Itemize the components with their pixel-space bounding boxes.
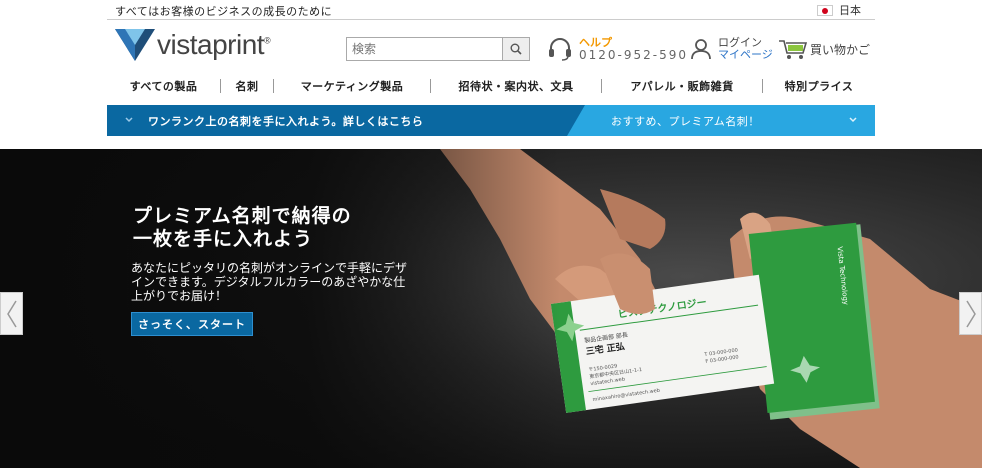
top-bar: すべてはお客様のビジネスの成長のために 日本 [107,0,875,20]
logo-text: vistaprint® [157,29,271,60]
language-selector[interactable]: 日本 [817,2,861,18]
vistaprint-logo[interactable]: vistaprint® [115,29,271,61]
chevron-left-icon [6,300,17,327]
vistaprint-logo-icon [115,29,155,61]
nav-item-marketing[interactable]: マーケティング製品 [274,78,430,94]
help-link[interactable]: ヘルプ 0120-952-590 [547,36,688,62]
nav-item-all-products[interactable]: すべての製品 [107,78,220,94]
chevron-down-icon [849,117,857,123]
main-nav: すべての製品 名刺 マーケティング製品 招待状・案内状、文具 アパレル・販飾雑貨… [107,72,875,100]
mypage-link[interactable]: マイページ [718,49,773,61]
search-box [346,37,530,61]
hero-banner: Vista Technology ビスタテクノロジー 製品企画部 部長 三宅 正… [0,149,982,468]
hero-headline: プレミアム名刺で納得の 一枚を手に入れよう [133,205,352,250]
hero-cta-button[interactable]: さっそく、スタート [131,312,253,336]
tagline: すべてはお客様のビジネスの成長のために [115,5,333,18]
carousel-prev-button[interactable] [0,292,23,335]
promo-right-text: おすすめ、プレミアム名刺！ [611,115,760,128]
cart-link[interactable]: 買い物かご [778,38,870,60]
carousel-next-button[interactable] [959,292,982,335]
cart-icon [779,40,808,59]
hero-overlay [0,149,560,468]
header: vistaprint® ヘルプ 0120-952-590 ログイン [107,21,875,71]
promo-banner: ワンランク上の名刺を手に入れよう。詳しくはこちら おすすめ、プレミアム名刺！ [107,105,875,136]
hero-body-text: あなたにピッタリの名刺がオンラインで手軽にデザインできます。デジタルフルカラーの… [131,261,408,303]
chevron-right-icon [965,300,976,327]
promo-left-link[interactable]: ワンランク上の名刺を手に入れよう。詳しくはこちら [148,113,423,129]
chevron-down-icon [125,117,133,123]
account-link[interactable]: ログイン マイページ [690,37,773,61]
nav-item-apparel[interactable]: アパレル・販飾雑貨 [602,78,762,94]
nav-item-business-cards[interactable]: 名刺 [221,78,273,94]
user-icon [691,39,711,60]
search-button[interactable] [502,38,529,60]
nav-item-invitations[interactable]: 招待状・案内状、文具 [431,78,601,94]
japan-flag-icon [817,4,833,16]
cart-label: 買い物かご [810,42,871,57]
help-phone: 0120-952-590 [579,48,689,62]
promo-right-panel[interactable]: おすすめ、プレミアム名刺！ [567,105,875,136]
headset-icon [549,38,571,61]
search-input[interactable] [347,38,502,60]
nav-item-special-price[interactable]: 特別プライス [763,78,875,94]
search-icon [510,43,522,55]
language-label: 日本 [839,4,861,17]
